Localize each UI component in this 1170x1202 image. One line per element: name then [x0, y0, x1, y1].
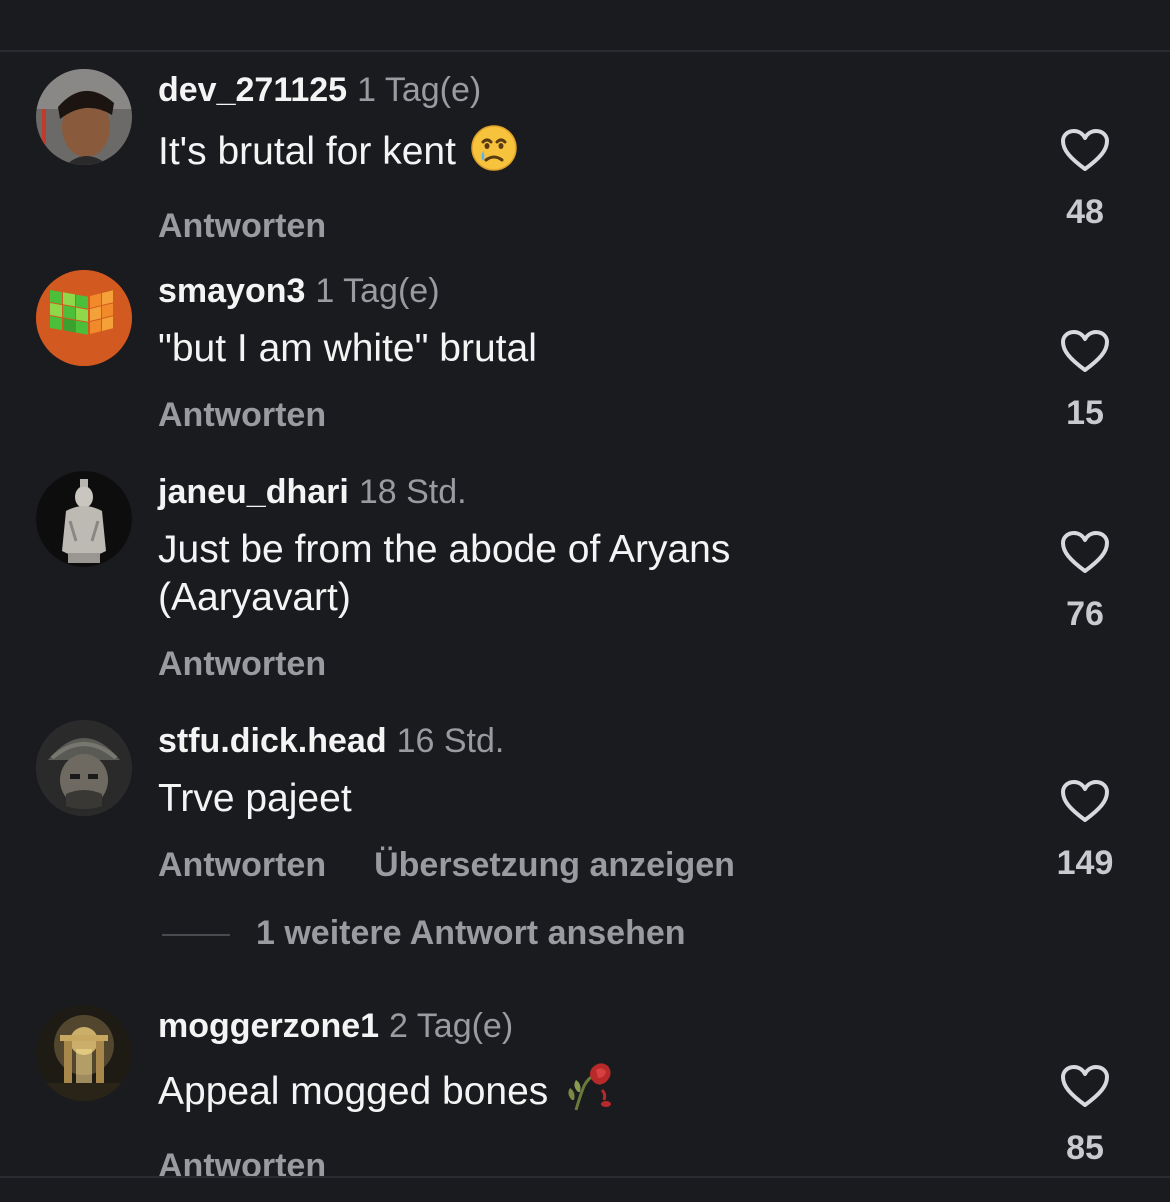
comment-text: Just be from the abode of Aryans (Aaryav… [158, 528, 731, 619]
view-more-replies-label: 1 weitere Antwort ansehen [256, 914, 686, 952]
timestamp: 2 Tag(e) [389, 1007, 514, 1045]
gate-photo-icon [36, 1005, 132, 1101]
bottom-divider [0, 1176, 1170, 1178]
avatar[interactable] [36, 1005, 132, 1101]
avatar[interactable] [36, 720, 132, 816]
like-count: 15 [1066, 394, 1104, 432]
heart-icon [1061, 129, 1109, 171]
soldier-photo-icon [36, 720, 132, 816]
heart-icon [1061, 330, 1109, 372]
like-count: 149 [1056, 844, 1114, 882]
reply-thread-line [162, 934, 230, 937]
reply-button[interactable]: Antworten [158, 1147, 326, 1185]
like-button[interactable]: 149 [1040, 779, 1130, 883]
avatar[interactable] [36, 471, 132, 567]
like-button[interactable]: 15 [1040, 329, 1130, 433]
timestamp: 1 Tag(e) [315, 272, 440, 310]
view-more-replies-button[interactable]: 1 weitere Antwort ansehen [162, 913, 686, 953]
heart-icon [1061, 531, 1109, 573]
like-count: 48 [1066, 193, 1104, 231]
comment-text: Appeal mogged bones [158, 1060, 1050, 1124]
timestamp: 1 Tag(e) [357, 71, 482, 109]
comment-text: It's brutal for kent [158, 124, 1050, 184]
comment-text-body: Appeal mogged bones [158, 1070, 549, 1113]
reply-button[interactable]: Antworten [158, 846, 326, 884]
like-button[interactable]: 85 [1040, 1064, 1130, 1168]
like-count: 85 [1066, 1129, 1104, 1167]
show-translation-button[interactable]: Übersetzung anzeigen [374, 846, 735, 884]
heart-icon [1061, 1065, 1109, 1107]
like-button[interactable]: 48 [1040, 128, 1130, 232]
timestamp: 16 Std. [396, 722, 505, 760]
crying-face-icon [470, 124, 518, 184]
reply-button[interactable]: Antworten [158, 396, 326, 434]
statue-photo-icon [36, 471, 132, 567]
reply-button[interactable]: Antworten [158, 207, 326, 245]
comment-text: "but I am white" brutal [158, 327, 537, 370]
comment-text-body: It's brutal for kent [158, 130, 456, 173]
username[interactable]: smayon3 [158, 272, 305, 310]
heart-icon [1061, 780, 1109, 822]
username[interactable]: dev_271125 [158, 71, 347, 109]
timestamp: 18 Std. [358, 473, 467, 511]
comment-text: Trve pajeet [158, 777, 352, 820]
profile-photo-icon [36, 69, 132, 165]
like-count: 76 [1066, 595, 1104, 633]
reply-button[interactable]: Antworten [158, 645, 326, 683]
wilted-rose-icon [562, 1060, 616, 1124]
username[interactable]: moggerzone1 [158, 1007, 379, 1045]
top-divider [0, 50, 1170, 52]
username[interactable]: stfu.dick.head [158, 722, 387, 760]
avatar[interactable] [36, 270, 132, 366]
avatar[interactable] [36, 69, 132, 165]
rubiks-cube-photo-icon [36, 270, 132, 366]
like-button[interactable]: 76 [1040, 530, 1130, 634]
username[interactable]: janeu_dhari [158, 473, 349, 511]
